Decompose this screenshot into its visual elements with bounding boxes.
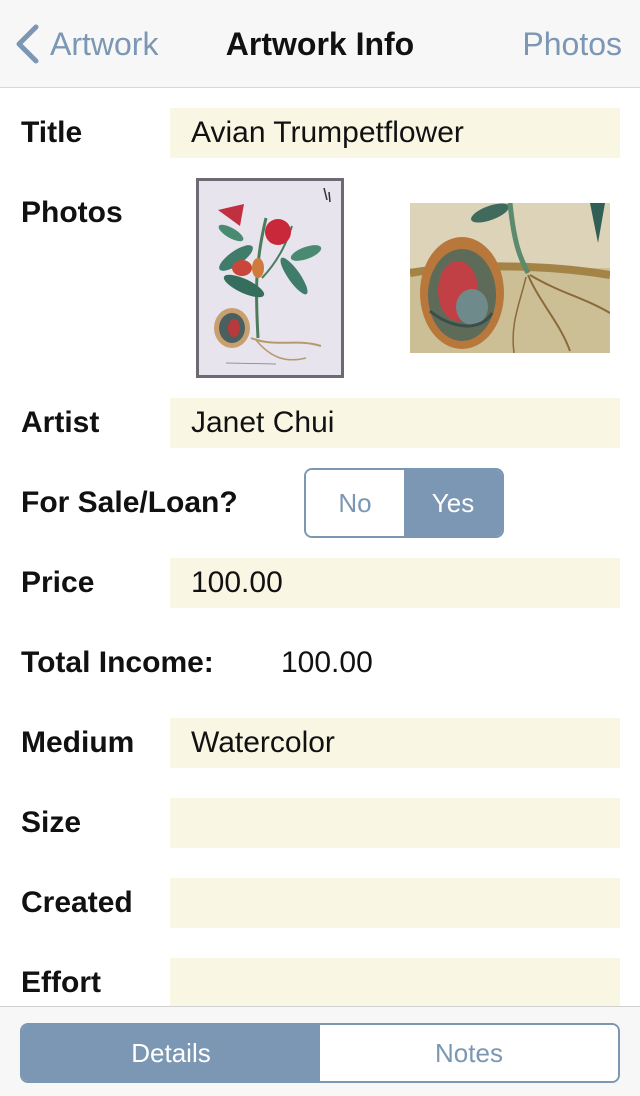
price-label: Price: [21, 566, 95, 599]
total-income-label: Total Income:: [21, 646, 214, 679]
for-sale-toggle: No Yes: [304, 468, 504, 538]
total-income-value: 100.00: [281, 646, 373, 679]
artist-field[interactable]: Janet Chui: [170, 398, 620, 448]
photos-button[interactable]: Photos: [522, 22, 622, 66]
price-field[interactable]: 100.00: [170, 558, 620, 608]
effort-label: Effort: [21, 966, 101, 999]
created-label: Created: [21, 886, 133, 919]
chevron-left-icon: [16, 24, 39, 64]
bottom-toolbar: Details Notes: [0, 1006, 640, 1096]
title-field[interactable]: Avian Trumpetflower: [170, 108, 620, 158]
size-field[interactable]: [170, 798, 620, 848]
artwork-photo-1-image: [196, 178, 344, 378]
for-sale-option-no[interactable]: No: [306, 470, 404, 536]
artwork-photo-1[interactable]: [196, 178, 344, 378]
title-label: Title: [21, 116, 83, 149]
photos-label: Photos: [21, 196, 123, 229]
effort-field[interactable]: [170, 958, 620, 1008]
tab-details[interactable]: Details: [22, 1025, 320, 1081]
artwork-info-screen: Artwork Artwork Info Photos Title Avian …: [0, 0, 640, 1096]
artwork-photo-2-image: [410, 203, 610, 353]
size-label: Size: [21, 806, 82, 839]
artwork-photo-2[interactable]: [410, 203, 610, 353]
details-notes-tabs: Details Notes: [20, 1023, 620, 1083]
tab-notes[interactable]: Notes: [320, 1025, 618, 1081]
medium-field[interactable]: Watercolor: [170, 718, 620, 768]
for-sale-label: For Sale/Loan?: [21, 486, 238, 519]
artist-label: Artist: [21, 406, 100, 439]
navigation-bar: Artwork Artwork Info Photos: [0, 0, 640, 88]
medium-label: Medium: [21, 726, 135, 759]
back-button[interactable]: Artwork: [14, 22, 158, 66]
created-field[interactable]: [170, 878, 620, 928]
for-sale-option-yes[interactable]: Yes: [404, 470, 502, 536]
back-button-label: Artwork: [50, 25, 159, 62]
